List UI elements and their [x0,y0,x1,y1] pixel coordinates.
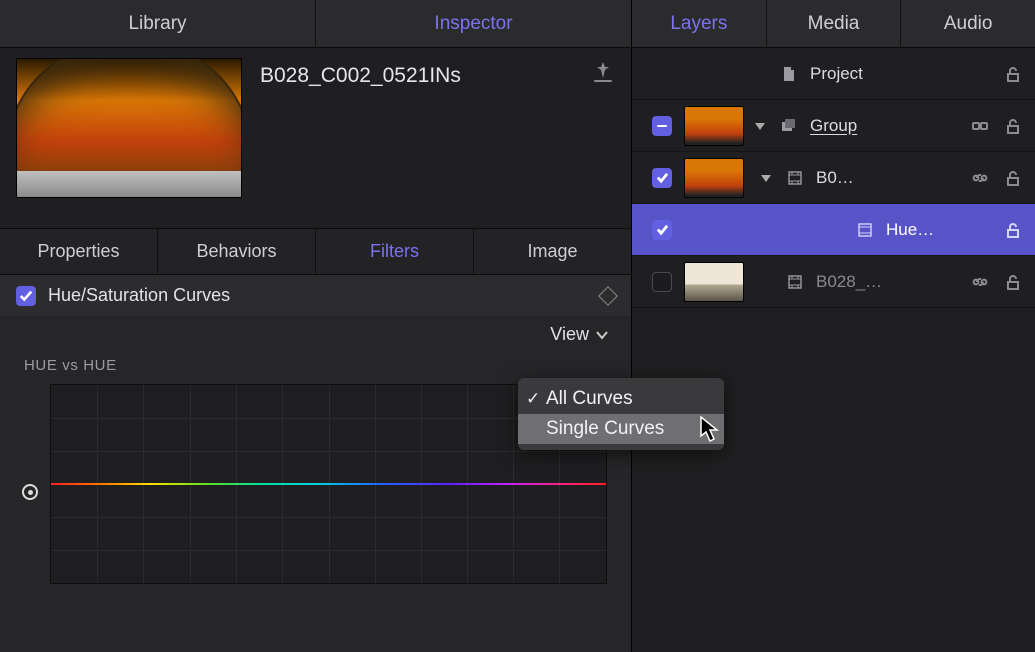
hue-gradient-line[interactable] [51,483,606,485]
visibility-checkbox[interactable] [652,168,672,188]
preview-row: B028_C002_0521INs [0,48,631,229]
layer-thumbnail [684,262,744,302]
clip-thumbnail[interactable] [16,58,242,198]
subtab-filters[interactable]: Filters [316,229,474,274]
layer-row-clip[interactable]: B0… [632,152,1035,204]
filter-title: Hue/Saturation Curves [48,285,601,306]
project-icon [778,65,800,83]
filter-header[interactable]: Hue/Saturation Curves [0,275,631,316]
clip-icon [784,273,806,291]
subtab-behaviors[interactable]: Behaviors [158,229,316,274]
chevron-down-icon [595,328,609,342]
lock-icon[interactable] [1001,117,1023,135]
keyframe-icon[interactable] [598,286,618,306]
menu-item-all-curves[interactable]: All Curves [518,384,724,414]
link-icon[interactable] [969,273,991,291]
view-label: View [550,324,589,345]
subtab-image[interactable]: Image [474,229,631,274]
view-popup-menu: All Curves Single Curves [518,378,724,450]
layer-row-project[interactable]: Project [632,48,1035,100]
pass-through-icon[interactable] [969,117,991,135]
filter-section: Hue/Saturation Curves View HUE vs HUE [0,275,631,652]
group-icon [778,117,800,135]
tab-inspector[interactable]: Inspector [316,0,631,47]
tab-library[interactable]: Library [0,0,316,47]
layer-row-clip[interactable]: B028_… [632,256,1035,308]
clip-name: B028_C002_0521INs [260,64,591,88]
visibility-checkbox[interactable] [652,220,672,240]
layer-row-filter[interactable]: Hue… [632,204,1035,256]
visibility-mixed-checkbox[interactable] [652,116,672,136]
link-icon[interactable] [969,169,991,187]
lock-icon[interactable] [1001,221,1023,239]
clip-icon [784,169,806,187]
lock-icon[interactable] [1001,273,1023,291]
disclosure-triangle[interactable] [754,120,768,132]
layer-list: Project Group [632,48,1035,308]
disclosure-triangle[interactable] [760,172,774,184]
layer-name: Project [810,64,959,84]
layer-name: B0… [816,168,959,188]
layer-thumbnail [684,106,744,146]
view-dropdown[interactable]: View [0,316,631,351]
layer-thumbnail [684,158,744,198]
right-top-tabs: Layers Media Audio [632,0,1035,48]
layer-name: Hue… [886,220,959,240]
layer-name: Group [810,116,959,136]
eyedropper-button[interactable] [22,484,38,500]
tab-media[interactable]: Media [767,0,902,47]
filter-layer-icon [854,221,876,239]
visibility-checkbox[interactable] [652,272,672,292]
menu-item-single-curves[interactable]: Single Curves [518,414,724,444]
pin-button[interactable] [591,62,615,82]
lock-icon[interactable] [1001,65,1023,83]
layer-name: B028_… [816,272,959,292]
filter-enable-checkbox[interactable] [16,286,36,306]
layer-row-group[interactable]: Group [632,100,1035,152]
subtab-properties[interactable]: Properties [0,229,158,274]
left-top-tabs: Library Inspector [0,0,631,48]
tab-layers[interactable]: Layers [632,0,767,47]
mouse-cursor [700,416,722,449]
tab-audio[interactable]: Audio [901,0,1035,47]
lock-icon[interactable] [1001,169,1023,187]
inspector-sub-tabs: Properties Behaviors Filters Image [0,229,631,275]
pin-icon [597,62,609,78]
